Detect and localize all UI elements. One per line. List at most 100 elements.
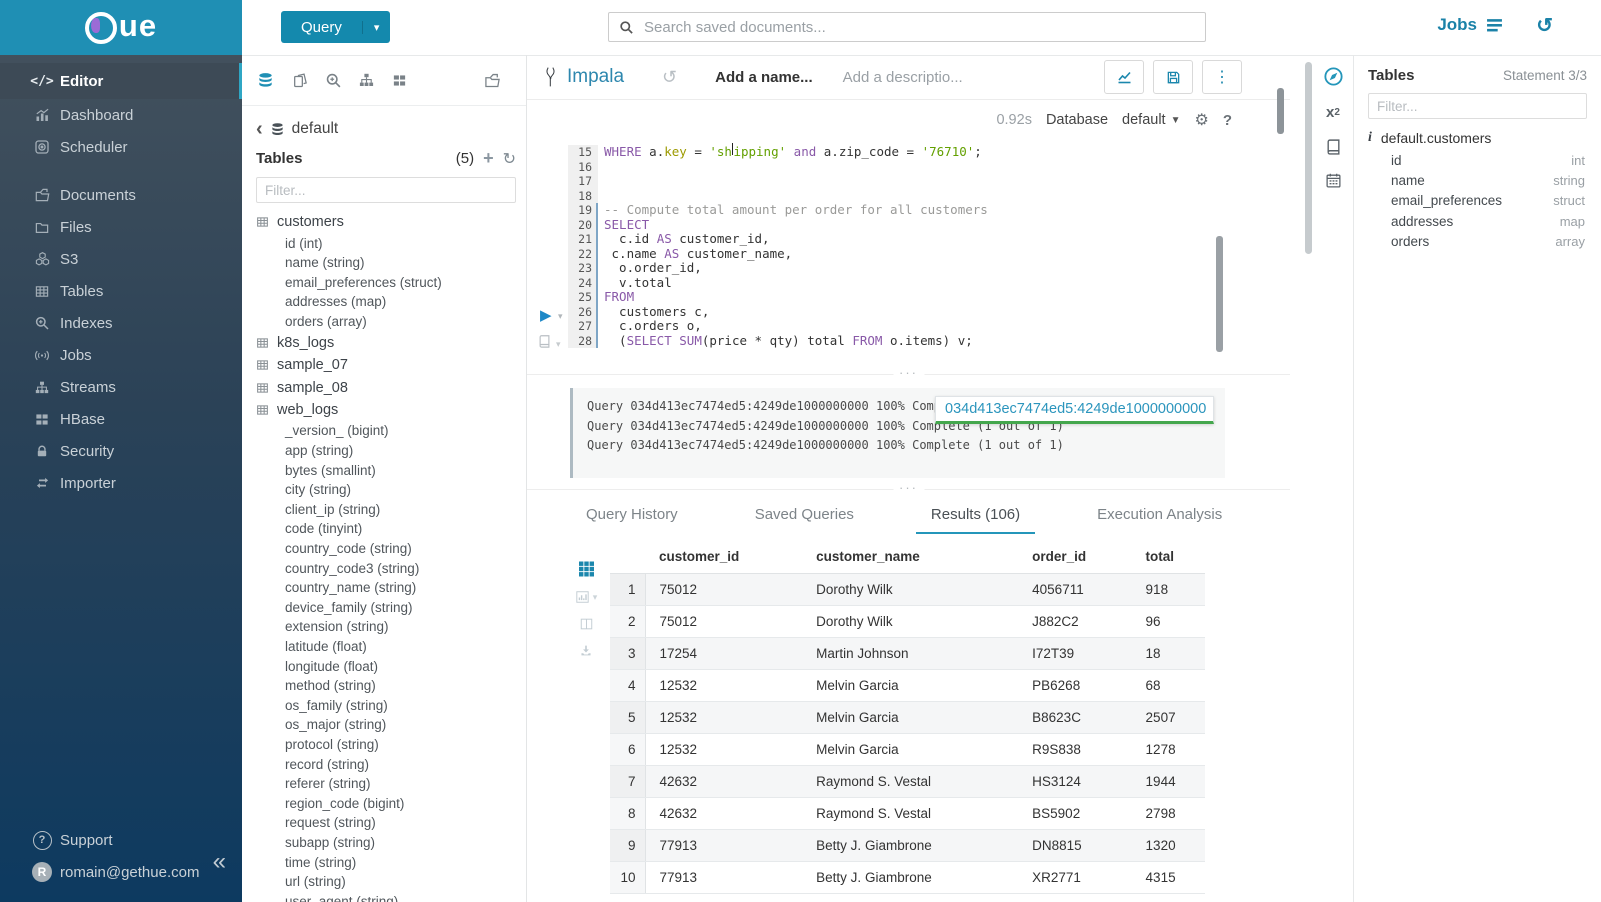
table-item-sample-07[interactable]: sample_07 (256, 354, 516, 377)
reference-caret[interactable]: ▾ (556, 339, 561, 350)
sidebar-item-jobs[interactable]: Jobs (0, 339, 242, 371)
collapse-sidebar-button[interactable]: « (213, 848, 226, 876)
database-select[interactable]: default ▼ (1122, 112, 1180, 128)
jobs-link[interactable]: Jobs (1437, 15, 1503, 35)
chart-settings-button[interactable] (1104, 60, 1144, 94)
column-header-total[interactable]: total (1132, 539, 1205, 574)
code-line-26[interactable]: 26 customers c, (568, 305, 1250, 320)
sidebar-item-dashboard[interactable]: Dashboard (0, 99, 242, 131)
compass-icon[interactable] (1323, 66, 1344, 87)
snippet-history-icon[interactable]: ↺ (662, 67, 677, 88)
code-scrollbar[interactable] (1216, 236, 1223, 352)
sidebar-item-files[interactable]: Files (0, 211, 242, 243)
tab-query-history[interactable]: Query History (571, 499, 693, 534)
save-button[interactable] (1153, 60, 1193, 94)
assist-column-addresses[interactable]: addressesmap (1368, 211, 1587, 231)
page-scrollbar[interactable] (1277, 88, 1284, 134)
column-item[interactable]: bytes (smallint) (256, 461, 516, 481)
grid-icon[interactable] (391, 73, 408, 88)
tab-execution-analysis[interactable]: Execution Analysis (1082, 499, 1237, 534)
copy-documents-icon[interactable] (291, 72, 309, 89)
sidebar-item-indexes[interactable]: Indexes (0, 307, 242, 339)
column-item[interactable]: os_major (string) (256, 715, 516, 735)
assist-column-id[interactable]: idint (1368, 150, 1587, 170)
zoom-in-icon[interactable] (325, 72, 342, 89)
column-item[interactable]: country_code (string) (256, 539, 516, 559)
column-item[interactable]: region_code (bigint) (256, 794, 516, 814)
sidebar-item-s3[interactable]: S3 (0, 243, 242, 275)
column-item[interactable]: request (string) (256, 813, 516, 833)
column-item[interactable]: device_family (string) (256, 598, 516, 618)
sidebar-item-editor[interactable]: </>Editor (0, 63, 242, 99)
query-name-field[interactable]: Add a name... (715, 69, 813, 86)
column-item[interactable]: country_code3 (string) (256, 559, 516, 579)
column-item[interactable]: code (tinyint) (256, 519, 516, 539)
code-line-21[interactable]: 21 c.id AS customer_id, (568, 232, 1250, 247)
column-item[interactable]: client_ip (string) (256, 500, 516, 520)
database-icon[interactable] (256, 72, 275, 89)
tab-results-106[interactable]: Results (106) (916, 499, 1035, 534)
code-line-25[interactable]: 25FROM (568, 290, 1250, 305)
assist-column-name[interactable]: namestring (1368, 170, 1587, 190)
execute-options-caret[interactable]: ▾ (558, 311, 563, 322)
column-item[interactable]: longitude (float) (256, 657, 516, 677)
settings-gear-icon[interactable]: ⚙ (1194, 110, 1208, 130)
table-filter-input[interactable] (256, 177, 516, 203)
result-row[interactable]: 317254Martin JohnsonI72T3918 (610, 638, 1205, 670)
code-line-28[interactable]: 28 (SELECT SUM(price * qty) total FROM o… (568, 334, 1250, 349)
calendar-icon[interactable] (1325, 172, 1342, 189)
column-header-customer-id[interactable]: customer_id (645, 539, 802, 574)
code-line-17[interactable]: 17 (568, 174, 1250, 189)
code-line-15[interactable]: 15WHERE a.key = 'shipping' and a.zip_cod… (568, 145, 1250, 160)
column-item[interactable]: referer (string) (256, 774, 516, 794)
column-item[interactable]: subapp (string) (256, 833, 516, 853)
table-item-customers[interactable]: customers (256, 211, 516, 234)
column-item[interactable]: method (string) (256, 676, 516, 696)
code-line-19[interactable]: 19-- Compute total amount per order for … (568, 203, 1250, 218)
column-item[interactable]: email_preferences (struct) (256, 273, 516, 293)
active-table-item[interactable]: i default.customers (1368, 130, 1587, 146)
query-id-popover[interactable]: 034d413ec7474ed5:4249de1000000000 (935, 396, 1214, 424)
sidebar-item-importer[interactable]: Importer (0, 467, 242, 499)
columns-icon[interactable] (579, 617, 594, 631)
result-row[interactable]: 1077913Betty J. GiambroneXR27714315 (610, 862, 1205, 894)
column-item[interactable]: user_agent (string) (256, 892, 516, 902)
column-item[interactable]: orders (array) (256, 312, 516, 332)
result-row[interactable]: 412532Melvin GarciaPB626868 (610, 670, 1205, 702)
column-item[interactable]: _version_ (bigint) (256, 421, 516, 441)
help-icon[interactable]: ? (1223, 112, 1232, 129)
column-item[interactable]: extension (string) (256, 617, 516, 637)
column-item[interactable]: city (string) (256, 480, 516, 500)
code-editor[interactable]: ▶ ▾ ▾ 15WHERE a.key = 'shipping' and a.z… (527, 140, 1290, 370)
functions-icon[interactable]: x2 (1326, 104, 1340, 121)
more-actions-button[interactable]: ⋮ (1202, 60, 1242, 94)
chevron-down-icon[interactable]: ▾ (593, 592, 598, 603)
column-item[interactable]: country_name (string) (256, 578, 516, 598)
table-item-web-logs[interactable]: web_logs (256, 399, 516, 422)
refresh-icon[interactable]: ↻ (503, 149, 516, 169)
result-row[interactable]: 742632Raymond S. VestalHS31241944 (610, 766, 1205, 798)
column-item[interactable]: name (string) (256, 253, 516, 273)
column-item[interactable]: time (string) (256, 853, 516, 873)
code-line-22[interactable]: 22 c.name AS customer_name, (568, 247, 1250, 262)
code-line-27[interactable]: 27 c.orders o, (568, 319, 1250, 334)
create-table-icon[interactable]: + (483, 148, 494, 169)
code-line-16[interactable]: 16 (568, 160, 1250, 175)
column-header-order-id[interactable]: order_id (1018, 539, 1131, 574)
result-row[interactable]: 842632Raymond S. VestalBS59022798 (610, 798, 1205, 830)
drag-handle-icon[interactable]: ··· (893, 366, 924, 380)
table-grid-icon[interactable] (578, 561, 595, 577)
folder-icon[interactable] (483, 72, 502, 89)
column-item[interactable]: protocol (string) (256, 735, 516, 755)
sidebar-item-support[interactable]: ?Support (0, 824, 242, 856)
sidebar-item-security[interactable]: Security (0, 435, 242, 467)
sidebar-item-documents[interactable]: Documents (0, 179, 242, 211)
drag-handle-icon[interactable]: ··· (893, 481, 924, 495)
result-row[interactable]: 612532Melvin GarciaR9S8381278 (610, 734, 1205, 766)
result-row[interactable]: 275012Dorothy WilkJ882C296 (610, 606, 1205, 638)
result-row[interactable]: 175012Dorothy Wilk4056711918 (610, 574, 1205, 606)
assist-filter-input[interactable] (1368, 93, 1587, 119)
search-input[interactable] (642, 18, 1195, 37)
execute-button[interactable]: ▶ (540, 306, 552, 324)
sidebar-item-scheduler[interactable]: Scheduler (0, 131, 242, 163)
